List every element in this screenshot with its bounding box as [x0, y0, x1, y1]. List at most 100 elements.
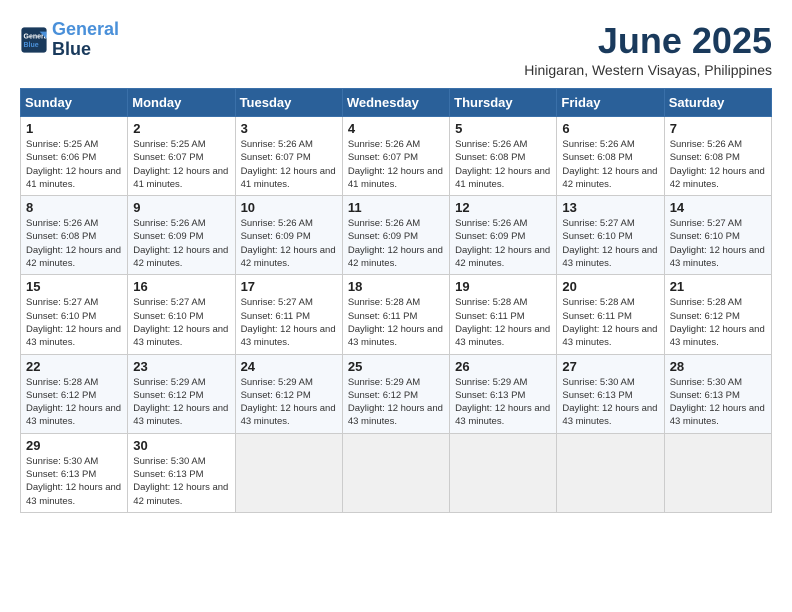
calendar-header-row: Sunday Monday Tuesday Wednesday Thursday…: [21, 89, 772, 117]
day-info: Sunrise: 5:27 AM Sunset: 6:10 PM Dayligh…: [670, 217, 766, 270]
day-number: 20: [562, 279, 658, 294]
day-info: Sunrise: 5:26 AM Sunset: 6:09 PM Dayligh…: [348, 217, 444, 270]
day-number: 6: [562, 121, 658, 136]
day-number: 26: [455, 359, 551, 374]
day-info: Sunrise: 5:26 AM Sunset: 6:07 PM Dayligh…: [348, 138, 444, 191]
header: General Blue GeneralBlue June 2025 Hinig…: [20, 20, 772, 78]
day-number: 12: [455, 200, 551, 215]
table-row: 4 Sunrise: 5:26 AM Sunset: 6:07 PM Dayli…: [342, 117, 449, 196]
table-row: 11 Sunrise: 5:26 AM Sunset: 6:09 PM Dayl…: [342, 196, 449, 275]
table-row: 30 Sunrise: 5:30 AM Sunset: 6:13 PM Dayl…: [128, 433, 235, 512]
day-info: Sunrise: 5:28 AM Sunset: 6:11 PM Dayligh…: [348, 296, 444, 349]
day-info: Sunrise: 5:30 AM Sunset: 6:13 PM Dayligh…: [133, 455, 229, 508]
day-info: Sunrise: 5:28 AM Sunset: 6:12 PM Dayligh…: [26, 376, 122, 429]
day-number: 8: [26, 200, 122, 215]
table-row: [450, 433, 557, 512]
calendar-week-row: 1 Sunrise: 5:25 AM Sunset: 6:06 PM Dayli…: [21, 117, 772, 196]
day-info: Sunrise: 5:27 AM Sunset: 6:11 PM Dayligh…: [241, 296, 337, 349]
col-sunday: Sunday: [21, 89, 128, 117]
table-row: 7 Sunrise: 5:26 AM Sunset: 6:08 PM Dayli…: [664, 117, 771, 196]
title-area: June 2025 Hinigaran, Western Visayas, Ph…: [524, 20, 772, 78]
table-row: 26 Sunrise: 5:29 AM Sunset: 6:13 PM Dayl…: [450, 354, 557, 433]
col-tuesday: Tuesday: [235, 89, 342, 117]
day-number: 30: [133, 438, 229, 453]
day-info: Sunrise: 5:26 AM Sunset: 6:09 PM Dayligh…: [455, 217, 551, 270]
table-row: 17 Sunrise: 5:27 AM Sunset: 6:11 PM Dayl…: [235, 275, 342, 354]
table-row: [557, 433, 664, 512]
day-info: Sunrise: 5:30 AM Sunset: 6:13 PM Dayligh…: [26, 455, 122, 508]
table-row: [235, 433, 342, 512]
table-row: 9 Sunrise: 5:26 AM Sunset: 6:09 PM Dayli…: [128, 196, 235, 275]
calendar-week-row: 22 Sunrise: 5:28 AM Sunset: 6:12 PM Dayl…: [21, 354, 772, 433]
day-number: 22: [26, 359, 122, 374]
day-number: 16: [133, 279, 229, 294]
day-info: Sunrise: 5:26 AM Sunset: 6:09 PM Dayligh…: [241, 217, 337, 270]
table-row: [664, 433, 771, 512]
table-row: 16 Sunrise: 5:27 AM Sunset: 6:10 PM Dayl…: [128, 275, 235, 354]
day-number: 11: [348, 200, 444, 215]
col-saturday: Saturday: [664, 89, 771, 117]
day-info: Sunrise: 5:27 AM Sunset: 6:10 PM Dayligh…: [133, 296, 229, 349]
col-thursday: Thursday: [450, 89, 557, 117]
table-row: 10 Sunrise: 5:26 AM Sunset: 6:09 PM Dayl…: [235, 196, 342, 275]
day-info: Sunrise: 5:26 AM Sunset: 6:07 PM Dayligh…: [241, 138, 337, 191]
day-number: 1: [26, 121, 122, 136]
day-number: 18: [348, 279, 444, 294]
table-row: 8 Sunrise: 5:26 AM Sunset: 6:08 PM Dayli…: [21, 196, 128, 275]
day-number: 5: [455, 121, 551, 136]
table-row: 22 Sunrise: 5:28 AM Sunset: 6:12 PM Dayl…: [21, 354, 128, 433]
table-row: 23 Sunrise: 5:29 AM Sunset: 6:12 PM Dayl…: [128, 354, 235, 433]
day-info: Sunrise: 5:28 AM Sunset: 6:11 PM Dayligh…: [562, 296, 658, 349]
day-info: Sunrise: 5:28 AM Sunset: 6:11 PM Dayligh…: [455, 296, 551, 349]
day-number: 14: [670, 200, 766, 215]
day-number: 28: [670, 359, 766, 374]
table-row: 18 Sunrise: 5:28 AM Sunset: 6:11 PM Dayl…: [342, 275, 449, 354]
day-info: Sunrise: 5:26 AM Sunset: 6:08 PM Dayligh…: [455, 138, 551, 191]
day-info: Sunrise: 5:29 AM Sunset: 6:13 PM Dayligh…: [455, 376, 551, 429]
day-number: 4: [348, 121, 444, 136]
day-info: Sunrise: 5:26 AM Sunset: 6:08 PM Dayligh…: [670, 138, 766, 191]
day-info: Sunrise: 5:30 AM Sunset: 6:13 PM Dayligh…: [562, 376, 658, 429]
table-row: 1 Sunrise: 5:25 AM Sunset: 6:06 PM Dayli…: [21, 117, 128, 196]
day-info: Sunrise: 5:30 AM Sunset: 6:13 PM Dayligh…: [670, 376, 766, 429]
table-row: 25 Sunrise: 5:29 AM Sunset: 6:12 PM Dayl…: [342, 354, 449, 433]
table-row: 27 Sunrise: 5:30 AM Sunset: 6:13 PM Dayl…: [557, 354, 664, 433]
table-row: 15 Sunrise: 5:27 AM Sunset: 6:10 PM Dayl…: [21, 275, 128, 354]
table-row: 13 Sunrise: 5:27 AM Sunset: 6:10 PM Dayl…: [557, 196, 664, 275]
day-info: Sunrise: 5:29 AM Sunset: 6:12 PM Dayligh…: [133, 376, 229, 429]
table-row: 28 Sunrise: 5:30 AM Sunset: 6:13 PM Dayl…: [664, 354, 771, 433]
day-number: 10: [241, 200, 337, 215]
day-number: 23: [133, 359, 229, 374]
table-row: 20 Sunrise: 5:28 AM Sunset: 6:11 PM Dayl…: [557, 275, 664, 354]
table-row: 19 Sunrise: 5:28 AM Sunset: 6:11 PM Dayl…: [450, 275, 557, 354]
table-row: 24 Sunrise: 5:29 AM Sunset: 6:12 PM Dayl…: [235, 354, 342, 433]
day-number: 21: [670, 279, 766, 294]
day-info: Sunrise: 5:26 AM Sunset: 6:08 PM Dayligh…: [26, 217, 122, 270]
table-row: 3 Sunrise: 5:26 AM Sunset: 6:07 PM Dayli…: [235, 117, 342, 196]
day-number: 3: [241, 121, 337, 136]
table-row: [342, 433, 449, 512]
calendar-week-row: 29 Sunrise: 5:30 AM Sunset: 6:13 PM Dayl…: [21, 433, 772, 512]
day-info: Sunrise: 5:26 AM Sunset: 6:08 PM Dayligh…: [562, 138, 658, 191]
day-number: 9: [133, 200, 229, 215]
day-info: Sunrise: 5:29 AM Sunset: 6:12 PM Dayligh…: [348, 376, 444, 429]
day-info: Sunrise: 5:25 AM Sunset: 6:06 PM Dayligh…: [26, 138, 122, 191]
col-monday: Monday: [128, 89, 235, 117]
day-info: Sunrise: 5:29 AM Sunset: 6:12 PM Dayligh…: [241, 376, 337, 429]
table-row: 2 Sunrise: 5:25 AM Sunset: 6:07 PM Dayli…: [128, 117, 235, 196]
day-number: 27: [562, 359, 658, 374]
calendar-week-row: 15 Sunrise: 5:27 AM Sunset: 6:10 PM Dayl…: [21, 275, 772, 354]
logo-icon: General Blue: [20, 26, 48, 54]
day-number: 19: [455, 279, 551, 294]
day-info: Sunrise: 5:27 AM Sunset: 6:10 PM Dayligh…: [562, 217, 658, 270]
col-friday: Friday: [557, 89, 664, 117]
day-number: 17: [241, 279, 337, 294]
svg-text:Blue: Blue: [24, 42, 39, 49]
day-number: 15: [26, 279, 122, 294]
month-title: June 2025: [524, 20, 772, 62]
day-number: 13: [562, 200, 658, 215]
calendar-week-row: 8 Sunrise: 5:26 AM Sunset: 6:08 PM Dayli…: [21, 196, 772, 275]
day-number: 24: [241, 359, 337, 374]
table-row: 6 Sunrise: 5:26 AM Sunset: 6:08 PM Dayli…: [557, 117, 664, 196]
day-info: Sunrise: 5:25 AM Sunset: 6:07 PM Dayligh…: [133, 138, 229, 191]
